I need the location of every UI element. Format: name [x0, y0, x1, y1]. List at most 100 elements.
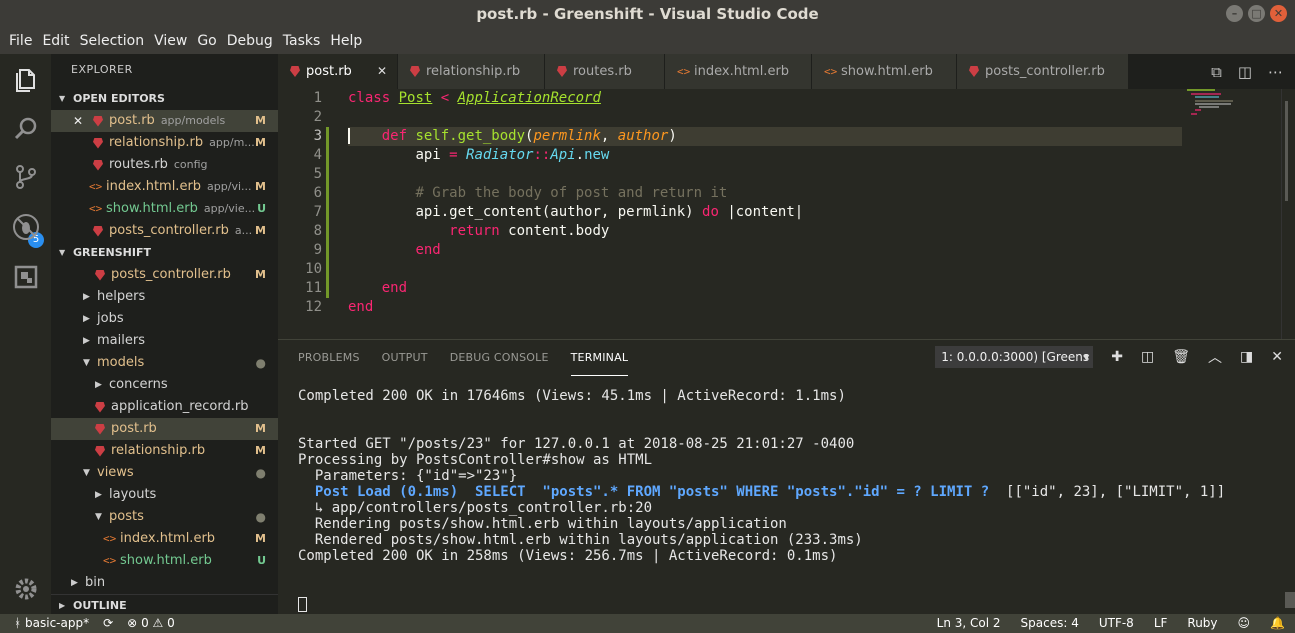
minimap[interactable] — [1185, 89, 1280, 129]
tab-index-html[interactable]: <> index.html.erb — [665, 54, 812, 89]
git-status: U — [257, 554, 266, 567]
menu-debug[interactable]: Debug — [222, 28, 278, 54]
cursor-position[interactable]: Ln 3, Col 2 — [937, 614, 1001, 633]
outline-header[interactable]: ▶ OUTLINE — [51, 594, 278, 614]
folder-name: jobs — [97, 311, 124, 326]
tab-problems[interactable]: PROBLEMS — [298, 340, 360, 376]
maximize-button[interactable]: □ — [1248, 5, 1265, 22]
tree-folder-mailers[interactable]: ▶ mailers — [51, 330, 278, 352]
chevron-right-icon: ▶ — [95, 380, 102, 390]
line-number: 1 — [313, 90, 322, 106]
terminal-output[interactable]: Completed 200 OK in 17646ms (Views: 45.1… — [298, 388, 1278, 612]
settings-gear-icon[interactable] — [11, 574, 41, 604]
menu-selection[interactable]: Selection — [75, 28, 150, 54]
tab-routes-rb[interactable]: routes.rb — [545, 54, 665, 89]
editor-scrollbar[interactable] — [1281, 89, 1295, 339]
branch-status[interactable]: ᚼ basic-app* — [14, 614, 89, 633]
window-controls: – □ ✕ — [1226, 5, 1287, 22]
close-panel-icon[interactable]: ✕ — [1271, 349, 1283, 365]
close-window-button[interactable]: ✕ — [1270, 5, 1287, 22]
language-mode[interactable]: Ruby — [1187, 614, 1217, 633]
end-of-line[interactable]: LF — [1154, 614, 1168, 633]
comment: # Grab the body of post and return it — [415, 185, 728, 201]
code-editor[interactable]: 1 class Post < ApplicationRecord 2 3 def… — [278, 89, 1295, 339]
menu-edit[interactable]: Edit — [37, 28, 74, 54]
tree-folder-jobs[interactable]: ▶ jobs — [51, 308, 278, 330]
search-icon[interactable] — [11, 114, 41, 144]
open-editors-header[interactable]: ▼ OPEN EDITORS — [51, 88, 278, 110]
close-icon[interactable]: ✕ — [377, 54, 387, 89]
source-control-icon[interactable] — [11, 162, 41, 192]
sync-icon[interactable]: ⟳ — [103, 614, 113, 633]
tree-folder-helpers[interactable]: ▶ helpers — [51, 286, 278, 308]
project-header[interactable]: ▼ GREENSHIFT — [51, 242, 278, 264]
tree-index-html[interactable]: <> index.html.erb M — [51, 528, 278, 550]
encoding[interactable]: UTF-8 — [1099, 614, 1134, 633]
open-editor-routes[interactable]: routes.rb config — [51, 154, 278, 176]
files-icon[interactable] — [11, 64, 41, 94]
feedback-smiley-icon[interactable]: ☺ — [1238, 614, 1251, 633]
tree-folder-posts[interactable]: ▼ posts ● — [51, 506, 278, 528]
tab-debug-console[interactable]: DEBUG CONSOLE — [450, 340, 549, 376]
menu-tasks[interactable]: Tasks — [278, 28, 326, 54]
tab-show-html[interactable]: <> show.html.erb — [812, 54, 957, 89]
folder-name: mailers — [97, 333, 145, 348]
chevron-right-icon: ▶ — [83, 314, 90, 324]
new-terminal-icon[interactable]: ✚ — [1111, 349, 1123, 365]
close-icon[interactable]: ✕ — [71, 110, 85, 132]
trash-icon[interactable]: 🗑 — [1172, 349, 1190, 365]
split-terminal-icon[interactable]: ◫ — [1141, 349, 1154, 365]
tree-folder-bin[interactable]: ▶ bin — [51, 572, 278, 594]
tab-post-rb[interactable]: post.rb ✕ — [278, 54, 398, 89]
more-actions-icon[interactable]: ⋯ — [1268, 63, 1283, 81]
tree-show-html[interactable]: <> show.html.erb U — [51, 550, 278, 572]
menu-view[interactable]: View — [149, 28, 192, 54]
open-editor-index-html[interactable]: <> index.html.erb app/vi... M — [51, 176, 278, 198]
menu-help[interactable]: Help — [325, 28, 367, 54]
terminal-prompt[interactable] — [298, 596, 1278, 612]
terminal-line-sql: Post Load (0.1ms) SELECT "posts".* FROM … — [298, 484, 1278, 500]
code-line-current: 3 def self.get_body(permlink, author) — [278, 127, 1295, 146]
keyword: def — [381, 128, 408, 144]
open-editor-relationship[interactable]: relationship.rb app/m... M — [51, 132, 278, 154]
tree-folder-models[interactable]: ▼ models ● — [51, 352, 278, 374]
indentation[interactable]: Spaces: 4 — [1021, 614, 1079, 633]
explorer-sidebar: EXPLORER ▼ OPEN EDITORS ✕ post.rb app/mo… — [51, 54, 278, 614]
tab-relationship-rb[interactable]: relationship.rb — [398, 54, 545, 89]
open-editor-show-html[interactable]: <> show.html.erb app/vie... U — [51, 198, 278, 220]
debug-icon[interactable] — [11, 212, 41, 242]
file-name: posts_controller.rb — [109, 223, 229, 238]
problems-status[interactable]: ⊗ 0 ⚠ 0 — [127, 614, 175, 633]
menu-file[interactable]: File — [4, 28, 37, 54]
outline-label: OUTLINE — [73, 598, 127, 612]
notifications-bell-icon[interactable]: 🔔 — [1270, 614, 1285, 633]
ruby-file-icon — [290, 66, 300, 77]
tab-label: post.rb — [306, 64, 352, 79]
scrollbar-thumb[interactable] — [1285, 101, 1288, 201]
chevron-down-icon: ▼ — [83, 468, 90, 478]
chevron-up-icon[interactable]: ︿ — [1208, 347, 1222, 367]
tab-output[interactable]: OUTPUT — [382, 340, 428, 376]
menu-go[interactable]: Go — [192, 28, 221, 54]
minimize-button[interactable]: – — [1226, 5, 1243, 22]
tree-relationship[interactable]: relationship.rb M — [51, 440, 278, 462]
tree-application-record[interactable]: application_record.rb — [51, 396, 278, 418]
tree-folder-layouts[interactable]: ▶ layouts — [51, 484, 278, 506]
terminal-select[interactable]: 1: 0.0.0.0:3000) [Greens — [935, 346, 1094, 368]
tab-terminal[interactable]: TERMINAL — [570, 340, 629, 376]
chevron-right-icon: ▶ — [95, 490, 102, 500]
open-changes-icon[interactable]: ⧉ — [1211, 63, 1222, 81]
extensions-icon[interactable] — [11, 262, 41, 292]
tree-folder-concerns[interactable]: ▶ concerns — [51, 374, 278, 396]
ruby-file-icon — [93, 225, 103, 237]
terminal-scrollbar[interactable] — [1285, 592, 1295, 608]
open-editor-posts-controller[interactable]: posts_controller.rb a... M — [51, 220, 278, 242]
toggle-panel-icon[interactable]: ◨ — [1240, 349, 1253, 365]
sql-query: Post Load (0.1ms) SELECT "posts".* FROM … — [298, 484, 990, 500]
split-editor-icon[interactable]: ◫ — [1238, 63, 1252, 81]
tree-folder-views[interactable]: ▼ views ● — [51, 462, 278, 484]
tree-posts-controller[interactable]: posts_controller.rb M — [51, 264, 278, 286]
tree-post[interactable]: post.rb M — [51, 418, 278, 440]
tab-posts-controller[interactable]: posts_controller.rb — [957, 54, 1129, 89]
open-editor-post[interactable]: ✕ post.rb app/models M — [51, 110, 278, 132]
